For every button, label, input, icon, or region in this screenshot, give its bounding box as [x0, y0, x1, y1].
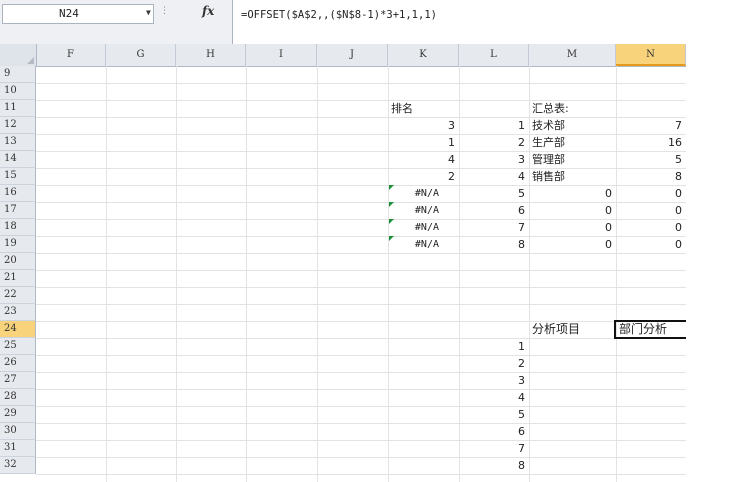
- cell-m14[interactable]: 管理部: [529, 151, 616, 168]
- row-header-30[interactable]: 30: [0, 423, 36, 440]
- row-header-24[interactable]: 24: [0, 321, 36, 338]
- formula-input[interactable]: =OFFSET($A$2,,($N$8-1)*3+1,1,1): [232, 0, 686, 44]
- row-header-10[interactable]: 10: [0, 83, 36, 100]
- error-indicator-icon: [389, 185, 394, 190]
- row-header-28[interactable]: 28: [0, 389, 36, 406]
- cell-n12[interactable]: 7: [616, 117, 686, 134]
- name-box-value: N24: [59, 7, 79, 20]
- cell-l32[interactable]: 8: [459, 457, 529, 474]
- cell-m15[interactable]: 销售部: [529, 168, 616, 185]
- row-header-25[interactable]: 25: [0, 338, 36, 355]
- row-header-32[interactable]: 32: [0, 457, 36, 474]
- cell-k16[interactable]: #N/A: [388, 185, 443, 202]
- row-header-29[interactable]: 29: [0, 406, 36, 423]
- column-header-j[interactable]: J: [317, 44, 388, 66]
- cell-l18[interactable]: 7: [459, 219, 529, 236]
- column-header-h[interactable]: H: [176, 44, 246, 66]
- cell-l29[interactable]: 5: [459, 406, 529, 423]
- cell-n15[interactable]: 8: [616, 168, 686, 185]
- cell-k18[interactable]: #N/A: [388, 219, 443, 236]
- cell-k19[interactable]: #N/A: [388, 236, 443, 253]
- cell-m18[interactable]: 0: [529, 219, 616, 236]
- cell-m17[interactable]: 0: [529, 202, 616, 219]
- row-header-17[interactable]: 17: [0, 202, 36, 219]
- row-header-22[interactable]: 22: [0, 287, 36, 304]
- row-header-23[interactable]: 23: [0, 304, 36, 321]
- cell-n24[interactable]: 部门分析: [616, 321, 686, 338]
- column-header-l[interactable]: L: [459, 44, 529, 66]
- cell-k11[interactable]: 排名: [388, 100, 459, 117]
- error-indicator-icon: [389, 236, 394, 241]
- cell-n14[interactable]: 5: [616, 151, 686, 168]
- blank-margin: [686, 0, 752, 482]
- cell-l12[interactable]: 1: [459, 117, 529, 134]
- resize-handle-icon[interactable]: ⋮: [160, 6, 169, 16]
- row-header-12[interactable]: 12: [0, 117, 36, 134]
- error-indicator-icon: [389, 219, 394, 224]
- cell-n16[interactable]: 0: [616, 185, 686, 202]
- column-header-bar: F G H I J K L M N: [0, 44, 686, 67]
- cell-n19[interactable]: 0: [616, 236, 686, 253]
- cell-l26[interactable]: 2: [459, 355, 529, 372]
- cell-l17[interactable]: 6: [459, 202, 529, 219]
- row-header-16[interactable]: 16: [0, 185, 36, 202]
- name-box[interactable]: N24 ▼: [2, 4, 154, 24]
- column-header-f[interactable]: F: [36, 44, 106, 66]
- row-header-9[interactable]: 9: [0, 66, 36, 83]
- cell-n13[interactable]: 16: [616, 134, 686, 151]
- row-header-15[interactable]: 15: [0, 168, 36, 185]
- formula-buttons: ⋮: [156, 4, 196, 24]
- row-header-26[interactable]: 26: [0, 355, 36, 372]
- column-header-n[interactable]: N: [616, 44, 686, 66]
- cell-k12[interactable]: 3: [388, 117, 459, 134]
- row-header-13[interactable]: 13: [0, 134, 36, 151]
- column-header-i[interactable]: I: [246, 44, 317, 66]
- cell-l13[interactable]: 2: [459, 134, 529, 151]
- row-header-31[interactable]: 31: [0, 440, 36, 457]
- row-header-21[interactable]: 21: [0, 270, 36, 287]
- cell-m12[interactable]: 技术部: [529, 117, 616, 134]
- cell-k17[interactable]: #N/A: [388, 202, 443, 219]
- row-header-20[interactable]: 20: [0, 253, 36, 270]
- column-header-m[interactable]: M: [529, 44, 616, 66]
- worksheet-grid[interactable]: F G H I J K L M N 9 10 11 12 13 14 15 16…: [0, 44, 686, 482]
- row-header-11[interactable]: 11: [0, 100, 36, 117]
- cell-k13[interactable]: 1: [388, 134, 459, 151]
- cell-m11[interactable]: 汇总表:: [529, 100, 616, 117]
- cell-n18[interactable]: 0: [616, 219, 686, 236]
- column-header-g[interactable]: G: [106, 44, 176, 66]
- cell-m16[interactable]: 0: [529, 185, 616, 202]
- cell-l15[interactable]: 4: [459, 168, 529, 185]
- formula-bar: N24 ▼ ⋮ fx =OFFSET($A$2,,($N$8-1)*3+1,1,…: [0, 0, 686, 45]
- cell-m19[interactable]: 0: [529, 236, 616, 253]
- cell-l16[interactable]: 5: [459, 185, 529, 202]
- chevron-down-icon[interactable]: ▼: [146, 4, 151, 22]
- cell-l19[interactable]: 8: [459, 236, 529, 253]
- cell-k14[interactable]: 4: [388, 151, 459, 168]
- error-indicator-icon: [389, 202, 394, 207]
- insert-function-button[interactable]: fx: [202, 4, 214, 18]
- cell-m13[interactable]: 生产部: [529, 134, 616, 151]
- select-all-button[interactable]: [0, 44, 37, 66]
- cell-l30[interactable]: 6: [459, 423, 529, 440]
- column-header-k[interactable]: K: [388, 44, 459, 66]
- cell-l27[interactable]: 3: [459, 372, 529, 389]
- cell-l25[interactable]: 1: [459, 338, 529, 355]
- cell-m24[interactable]: 分析项目: [529, 321, 616, 338]
- row-header-14[interactable]: 14: [0, 151, 36, 168]
- row-header-18[interactable]: 18: [0, 219, 36, 236]
- cell-l28[interactable]: 4: [459, 389, 529, 406]
- cell-n17[interactable]: 0: [616, 202, 686, 219]
- cell-k15[interactable]: 2: [388, 168, 459, 185]
- cell-l31[interactable]: 7: [459, 440, 529, 457]
- cell-l14[interactable]: 3: [459, 151, 529, 168]
- row-header-19[interactable]: 19: [0, 236, 36, 253]
- row-header-27[interactable]: 27: [0, 372, 36, 389]
